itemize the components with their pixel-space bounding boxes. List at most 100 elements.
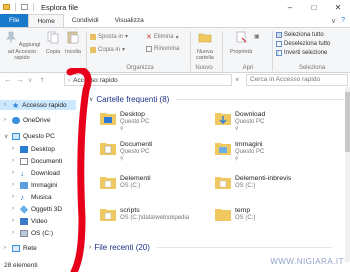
chevron-down-icon: ▾ — [122, 47, 126, 53]
folder-location: OS (C:) — [235, 182, 256, 189]
chevron-down-icon: ∨ — [4, 133, 9, 140]
nav-label: Download — [31, 169, 60, 177]
move-to-button[interactable]: Sposta in ▾ — [90, 33, 128, 40]
recent-files-header[interactable]: › File recenti (20) — [89, 243, 332, 252]
download-arrow-icon: ↓ — [20, 168, 24, 178]
pin-label: Aggiungi ad Accesso rapido — [7, 42, 41, 61]
close-button[interactable]: ✕ — [326, 0, 350, 14]
chevron-right-icon: › — [4, 245, 6, 251]
nav-item-os-c[interactable]: › OS (C:) — [12, 228, 53, 238]
folder-move-icon — [90, 33, 96, 40]
document-icon — [20, 157, 28, 165]
move-to-label: Sposta in — [98, 33, 124, 40]
folder-name: Delementi-inbrevis — [235, 175, 292, 182]
download-folder-icon — [215, 113, 231, 125]
paste-button[interactable]: Incolla — [63, 30, 83, 55]
folder-item[interactable]: Download Questo PC ⚲ — [215, 111, 265, 134]
content-pane: ∨ Cartelle frequenti (8) Desktop Questo P… — [86, 87, 350, 272]
back-button[interactable]: ← — [4, 75, 12, 84]
images-icon — [20, 181, 28, 189]
divider — [222, 31, 223, 71]
copy-button[interactable]: Copia — [44, 30, 62, 55]
select-all-button[interactable]: Seleziona tutto — [276, 32, 324, 38]
new-group: Nuovo — [186, 30, 222, 72]
folder-icon — [3, 4, 10, 10]
frequent-folders-header[interactable]: ∨ Cartelle frequenti (8) — [89, 95, 350, 104]
tab-home[interactable]: Home — [28, 14, 64, 27]
pin-icon — [5, 31, 16, 43]
invert-selection-label: Inverti selezione — [284, 50, 328, 56]
help-button[interactable]: ? — [341, 17, 345, 24]
minimize-button[interactable]: – — [278, 0, 302, 14]
delete-button[interactable]: ✕ Elimina ▾ — [146, 33, 179, 41]
open-group-label: Apri — [242, 65, 254, 71]
expand-ribbon-button[interactable]: ∨ — [331, 17, 336, 25]
tab-file[interactable]: File — [0, 14, 29, 27]
nav-item-video[interactable]: › Video — [12, 216, 48, 226]
paste-label: Incolla — [65, 48, 81, 55]
nav-item-3d-objects[interactable]: › Oggetti 3D — [12, 204, 62, 214]
copy-to-button[interactable]: Copia in ▾ — [90, 46, 125, 53]
divider — [272, 31, 273, 71]
nav-label: Desktop — [31, 145, 55, 153]
red-annotation-mark — [66, 68, 92, 272]
folder-item[interactable]: Desktop Questo PC ⚲ — [100, 111, 149, 134]
nav-label: Immagini — [31, 181, 58, 189]
scrollbar[interactable] — [345, 87, 350, 262]
open-menu-icon[interactable]: ▣ — [254, 33, 260, 40]
folder-location: OS (C:) — [235, 214, 256, 221]
invert-selection-button[interactable]: Inverti selezione — [276, 50, 327, 56]
rename-icon — [146, 46, 152, 52]
recent-locations-button[interactable]: ∨ — [28, 77, 32, 84]
folder-item[interactable]: Delementi OS (C:) — [100, 175, 151, 190]
nav-item-documents[interactable]: › Documenti — [12, 156, 62, 166]
folder-icon — [100, 209, 116, 221]
folder-item[interactable]: Documenti Questo PC ⚲ — [100, 141, 153, 164]
pin-icon: ⚲ — [120, 156, 124, 162]
rename-button[interactable]: Rinomina — [146, 46, 179, 52]
chevron-right-icon: › — [12, 218, 14, 224]
cube-icon — [19, 204, 29, 214]
folder-location: Questo PC — [120, 118, 150, 125]
quick-access-toolbar-icon[interactable] — [21, 4, 28, 10]
chevron-right-icon: › — [12, 206, 14, 212]
divider — [156, 247, 332, 248]
nav-item-downloads[interactable]: › ↓ Download — [12, 168, 60, 178]
nav-item-network[interactable]: › Rete — [4, 243, 37, 253]
folder-item[interactable]: Delementi-inbrevis OS (C:) — [215, 175, 291, 190]
open-group: ▣ Apri — [224, 30, 272, 72]
select-none-button[interactable]: Deseleziona tutto — [276, 41, 330, 47]
forward-button[interactable]: → — [16, 75, 24, 84]
search-input[interactable]: Cerca in Accesso rapido — [246, 74, 348, 86]
video-icon — [20, 217, 28, 225]
documents-folder-icon — [100, 143, 116, 155]
address-dropdown-icon[interactable]: ∨ — [235, 76, 239, 83]
nav-item-onedrive[interactable]: › OneDrive — [4, 115, 50, 125]
delete-icon: ✕ — [146, 34, 152, 41]
folder-name: Delementi — [120, 175, 151, 182]
folder-icon — [100, 177, 116, 189]
music-note-icon: ♪ — [20, 192, 24, 202]
images-folder-icon — [215, 143, 231, 155]
chevron-right-icon: › — [12, 182, 14, 188]
scrollbar-thumb[interactable] — [345, 92, 350, 152]
up-button[interactable]: ↑ — [40, 75, 44, 84]
pin-icon: ⚲ — [120, 126, 124, 132]
chevron-right-icon: › — [12, 194, 14, 200]
pin-to-quick-access-button[interactable]: Aggiungi ad Accesso rapido — [2, 30, 42, 62]
folder-location: OS (C:) — [120, 182, 141, 189]
tab-view[interactable]: Visualizza — [107, 14, 152, 27]
folder-item[interactable]: Immagini Questo PC ⚲ — [215, 141, 264, 164]
chevron-right-icon: › — [12, 230, 14, 236]
maximize-button[interactable]: □ — [302, 0, 326, 14]
divider — [86, 31, 87, 71]
folder-item[interactable]: scripts OS (C:)\data\web\okpedia — [100, 207, 189, 222]
nav-item-this-pc[interactable]: ∨ Questo PC — [4, 131, 55, 141]
divider — [33, 3, 34, 11]
tab-share[interactable]: Condividi — [64, 14, 107, 27]
nav-item-music[interactable]: › ♪ Musica — [12, 192, 52, 202]
folder-item[interactable]: temp OS (C:) — [215, 207, 255, 222]
nav-item-images[interactable]: › Immagini — [12, 180, 57, 190]
chevron-down-icon: ▾ — [175, 34, 179, 41]
nav-item-desktop[interactable]: › Desktop — [12, 144, 55, 154]
